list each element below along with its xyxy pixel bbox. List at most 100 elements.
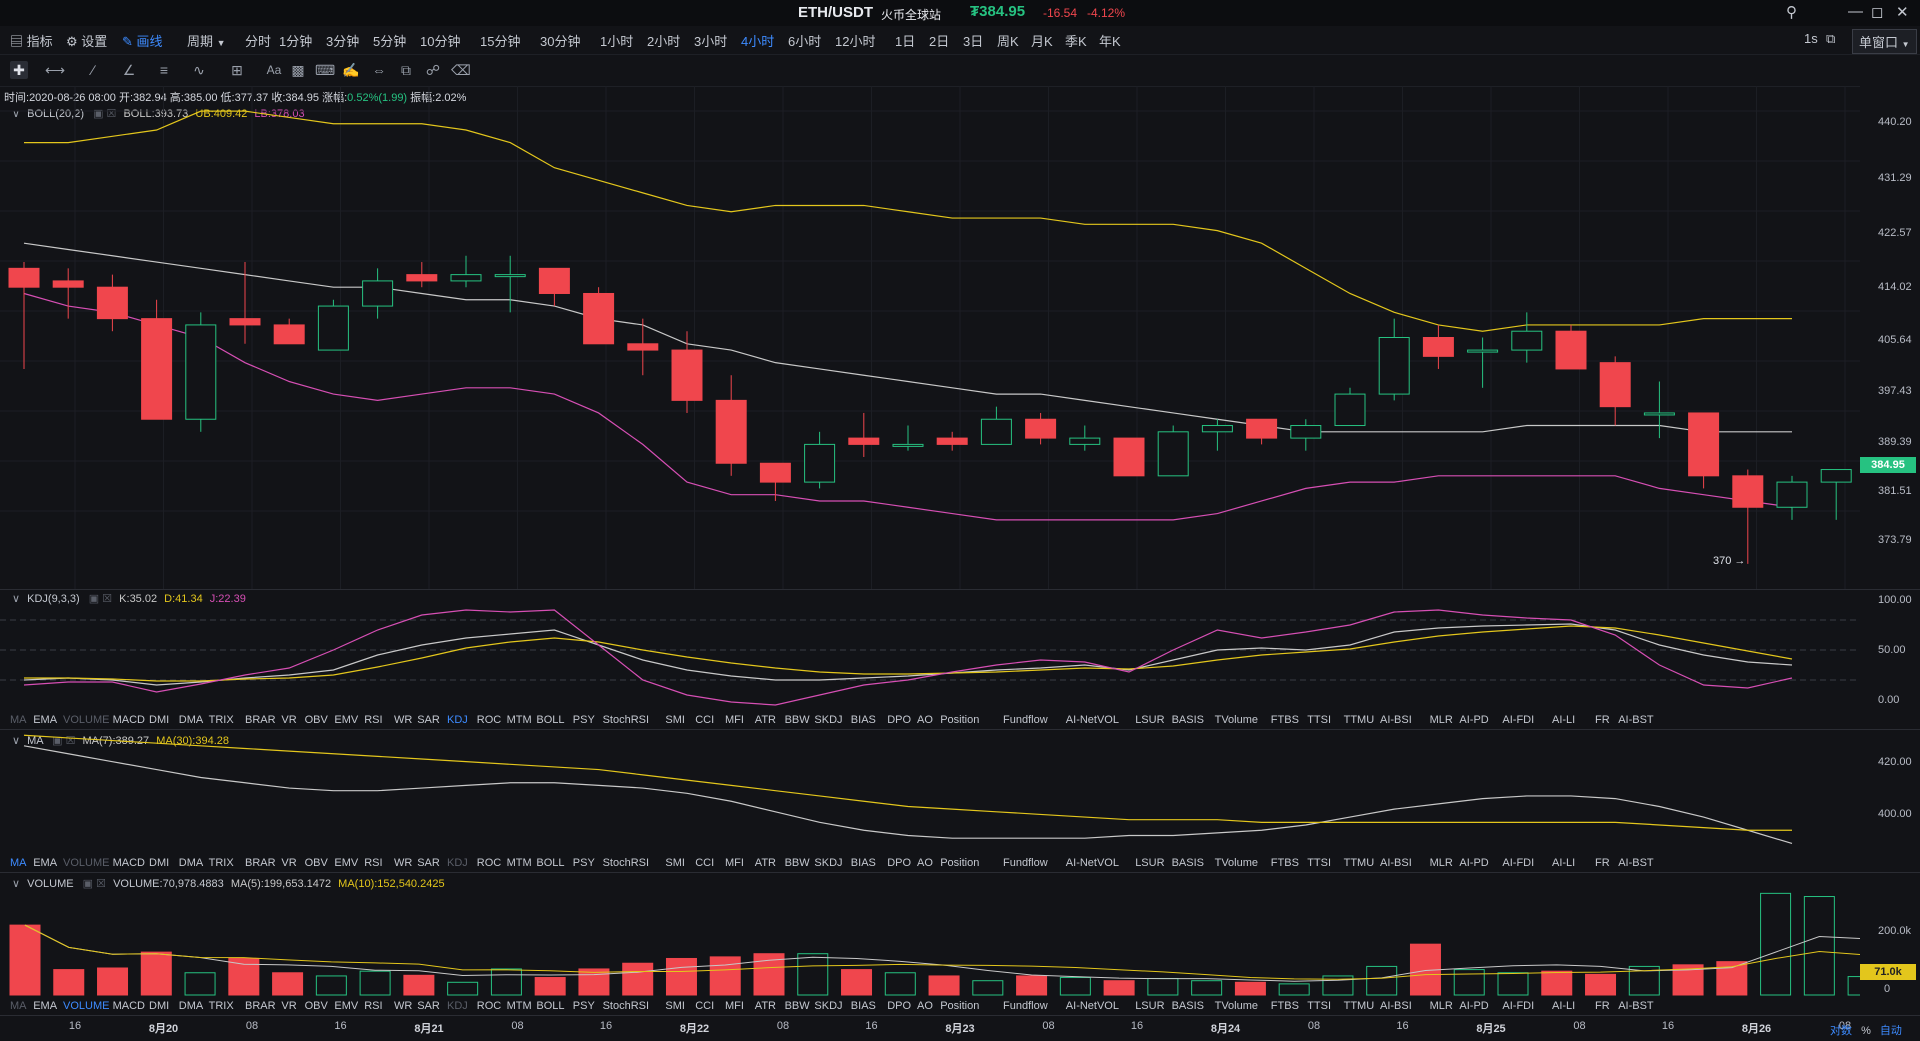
indicator-tab-tvolume[interactable]: TVolume	[1215, 857, 1258, 869]
auto-toggle[interactable]: 自动	[1880, 1025, 1902, 1037]
indicator-tab-basis[interactable]: BASIS	[1172, 857, 1204, 869]
indicator-tab-mlr[interactable]: MLR	[1430, 714, 1453, 726]
indicator-tab-ma[interactable]: MA	[10, 1000, 27, 1012]
indicator-tab-ttmu[interactable]: TTMU	[1344, 857, 1375, 869]
indicator-tab-ai-bst[interactable]: AI-BST	[1618, 714, 1653, 726]
indicator-tab-rsi[interactable]: RSI	[364, 857, 382, 869]
indicator-tab-dmi[interactable]: DMI	[149, 857, 169, 869]
indicator-tab-skdj[interactable]: SKDJ	[814, 1000, 842, 1012]
settings-button[interactable]: ⚙ 设置	[66, 31, 107, 50]
popout-icon[interactable]: ⧉	[1826, 31, 1835, 47]
indicator-tab-lsur[interactable]: LSUR	[1135, 714, 1164, 726]
crosshair-icon[interactable]: ✚	[10, 61, 28, 79]
indicator-tab-kdj[interactable]: KDJ	[447, 714, 468, 726]
indicator-tab-ai-bsi[interactable]: AI-BSI	[1380, 1000, 1412, 1012]
indicator-tab-mfi[interactable]: MFI	[725, 714, 744, 726]
indicator-tab-boll[interactable]: BOLL	[536, 857, 564, 869]
indicator-tab-position[interactable]: Position	[940, 857, 979, 869]
period-分时[interactable]: 分时	[245, 31, 271, 50]
indicator-tab-dpo[interactable]: DPO	[887, 714, 911, 726]
indicator-tab-mfi[interactable]: MFI	[725, 1000, 744, 1012]
text-icon[interactable]: Aa	[264, 61, 284, 79]
indicator-tab-ema[interactable]: EMA	[33, 1000, 57, 1012]
indicator-tab-bias[interactable]: BIAS	[851, 1000, 876, 1012]
indicator-tab-cci[interactable]: CCI	[695, 714, 714, 726]
indicator-tab-mfi[interactable]: MFI	[725, 857, 744, 869]
indicator-tab-roc[interactable]: ROC	[477, 857, 501, 869]
indicator-tab-wr[interactable]: WR	[394, 857, 412, 869]
period-2日[interactable]: 2日	[929, 31, 949, 50]
indicator-tab-fr[interactable]: FR	[1595, 1000, 1610, 1012]
indicator-tab-macd[interactable]: MACD	[113, 714, 145, 726]
period-6小时[interactable]: 6小时	[788, 31, 821, 50]
indicator-tab-ai-netvol[interactable]: AI-NetVOL	[1066, 714, 1119, 726]
indicator-tab-ftbs[interactable]: FTBS	[1271, 1000, 1299, 1012]
indicator-tab-ftbs[interactable]: FTBS	[1271, 714, 1299, 726]
period-30分钟[interactable]: 30分钟	[540, 31, 580, 50]
indicator-tab-basis[interactable]: BASIS	[1172, 714, 1204, 726]
indicator-tab-cci[interactable]: CCI	[695, 1000, 714, 1012]
indicator-tab-ema[interactable]: EMA	[33, 714, 57, 726]
indicator-tab-vr[interactable]: VR	[281, 1000, 296, 1012]
indicator-tab-ai-bsi[interactable]: AI-BSI	[1380, 714, 1412, 726]
indicator-tab-mlr[interactable]: MLR	[1430, 857, 1453, 869]
period-1小时[interactable]: 1小时	[600, 31, 633, 50]
refresh-interval[interactable]: 1s	[1804, 31, 1818, 46]
indicator-tab-atr[interactable]: ATR	[755, 714, 776, 726]
indicator-tab-obv[interactable]: OBV	[305, 1000, 328, 1012]
parallel-lines-icon[interactable]: ≡	[155, 61, 173, 79]
indicator-tab-basis[interactable]: BASIS	[1172, 1000, 1204, 1012]
indicator-tab-ai-fdi[interactable]: AI-FDI	[1502, 1000, 1534, 1012]
indicator-tab-position[interactable]: Position	[940, 714, 979, 726]
indicator-tab-mtm[interactable]: MTM	[507, 1000, 532, 1012]
indicator-tab-volume[interactable]: VOLUME	[63, 857, 109, 869]
period-dropdown[interactable]: 周期 ▼	[187, 31, 226, 50]
indicator-tab-obv[interactable]: OBV	[305, 714, 328, 726]
log-toggle[interactable]: 对数	[1830, 1025, 1852, 1037]
indicator-tab-stochrsi[interactable]: StochRSI	[603, 1000, 649, 1012]
indicator-tab-ai-pd[interactable]: AI-PD	[1459, 857, 1488, 869]
indicator-tab-atr[interactable]: ATR	[755, 857, 776, 869]
indicator-tab-ai-li[interactable]: AI-LI	[1552, 857, 1575, 869]
indicator-tab-ttsi[interactable]: TTSI	[1307, 1000, 1331, 1012]
indicator-tab-dma[interactable]: DMA	[179, 1000, 203, 1012]
indicator-tab-ao[interactable]: AO	[917, 857, 933, 869]
period-10分钟[interactable]: 10分钟	[420, 31, 460, 50]
indicator-tab-emv[interactable]: EMV	[334, 857, 358, 869]
kdj-chart[interactable]	[0, 590, 1860, 710]
indicator-tab-mtm[interactable]: MTM	[507, 857, 532, 869]
candlestick-chart[interactable]	[0, 86, 1860, 589]
indicator-tab-sar[interactable]: SAR	[417, 857, 440, 869]
indicator-tab-ai-bst[interactable]: AI-BST	[1618, 1000, 1653, 1012]
window-mode-select[interactable]: 单窗口 ▼	[1852, 29, 1917, 54]
fit-icon[interactable]: ⧉	[397, 61, 415, 79]
indicator-tab-ttsi[interactable]: TTSI	[1307, 714, 1331, 726]
indicator-tab-ma[interactable]: MA	[10, 857, 27, 869]
indicator-tab-ttmu[interactable]: TTMU	[1344, 1000, 1375, 1012]
period-季K[interactable]: 季K	[1065, 31, 1087, 50]
indicator-tab-lsur[interactable]: LSUR	[1135, 1000, 1164, 1012]
period-年K[interactable]: 年K	[1099, 31, 1121, 50]
indicator-tab-ftbs[interactable]: FTBS	[1271, 857, 1299, 869]
indicator-tab-roc[interactable]: ROC	[477, 1000, 501, 1012]
period-月K[interactable]: 月K	[1031, 31, 1053, 50]
indicator-tab-ai-pd[interactable]: AI-PD	[1459, 1000, 1488, 1012]
indicator-tab-volume[interactable]: VOLUME	[63, 714, 109, 726]
indicator-tab-bias[interactable]: BIAS	[851, 714, 876, 726]
indicator-tab-kdj[interactable]: KDJ	[447, 1000, 468, 1012]
minimize-icon[interactable]: —	[1848, 3, 1863, 20]
indicator-tab-macd[interactable]: MACD	[113, 1000, 145, 1012]
indicator-tab-trix[interactable]: TRIX	[209, 857, 234, 869]
wave-icon[interactable]: ∿	[190, 61, 208, 79]
trash-icon[interactable]: ⌫	[451, 61, 471, 79]
indicator-tab-fr[interactable]: FR	[1595, 714, 1610, 726]
pattern-icon[interactable]: ▩	[289, 61, 307, 79]
angle-icon[interactable]: ∠	[120, 61, 138, 79]
indicator-tab-trix[interactable]: TRIX	[209, 714, 234, 726]
period-5分钟[interactable]: 5分钟	[373, 31, 406, 50]
indicator-tab-fr[interactable]: FR	[1595, 857, 1610, 869]
indicator-tab-smi[interactable]: SMI	[665, 857, 685, 869]
indicator-tab-fundflow[interactable]: Fundflow	[1003, 714, 1048, 726]
indicator-tab-ai-fdi[interactable]: AI-FDI	[1502, 714, 1534, 726]
indicator-tab-brar[interactable]: BRAR	[245, 1000, 276, 1012]
